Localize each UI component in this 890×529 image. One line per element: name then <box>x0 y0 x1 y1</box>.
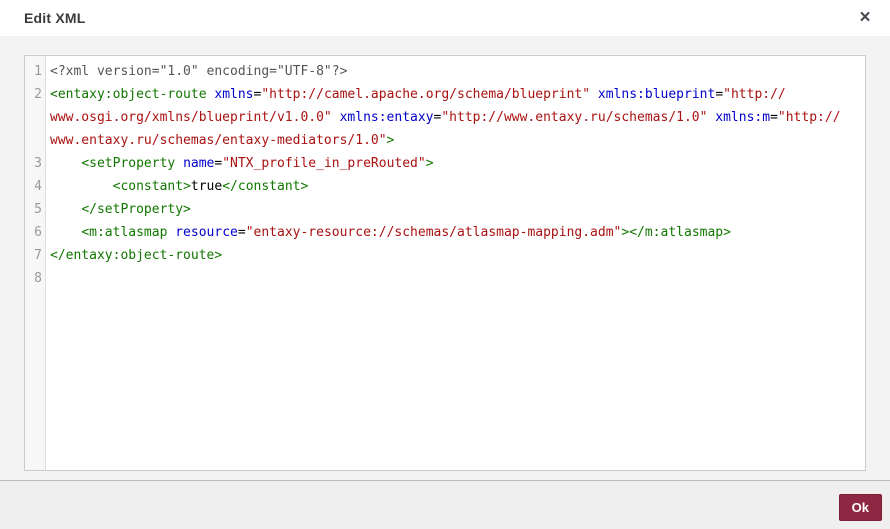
code-text: <constant>true</constant> <box>112 179 309 194</box>
close-icon[interactable]: × <box>853 6 877 30</box>
dialog-header: Edit XML × <box>0 0 890 36</box>
code-line: 8 <box>25 267 865 290</box>
code-line: 1 <?xml version="1.0" encoding="UTF-8"?> <box>25 60 865 83</box>
code-text: </entaxy:object-route> <box>50 248 223 263</box>
code-line: 5 </setProperty> <box>25 198 865 221</box>
ok-button[interactable]: Ok <box>838 494 882 521</box>
line-number: 5 <box>34 202 42 217</box>
code-line: 6 <m:atlasmap resource="entaxy-resource:… <box>25 221 865 244</box>
code-text: www.entaxy.ru/schemas/entaxy-mediators/1… <box>50 133 395 148</box>
line-number: 6 <box>34 225 42 240</box>
code-text: </setProperty> <box>81 202 191 217</box>
xml-editor[interactable]: 1 <?xml version="1.0" encoding="UTF-8"?> 2… <box>24 55 866 471</box>
code-text: <?xml version="1.0" encoding="UTF-8"?> <box>50 64 348 79</box>
code-line: 4 <constant>true</constant> <box>25 175 865 198</box>
editor-content: 1 <?xml version="1.0" encoding="UTF-8"?> 2… <box>25 56 865 290</box>
line-number: 2 <box>34 87 42 102</box>
line-number: 3 <box>34 156 42 171</box>
dialog-footer: Ok <box>0 480 890 529</box>
line-number: 1 <box>34 64 42 79</box>
line-number: 4 <box>34 179 42 194</box>
code-line: 7 </entaxy:object-route> <box>25 244 865 267</box>
code-text: <setProperty name="NTX_profile_in_preRou… <box>81 156 434 171</box>
line-number: 8 <box>34 271 42 286</box>
code-text: <m:atlasmap resource="entaxy-resource://… <box>81 225 731 240</box>
line-number <box>25 106 46 129</box>
code-line: www.entaxy.ru/schemas/entaxy-mediators/1… <box>25 129 865 152</box>
code-line: 2 <entaxy:object-route xmlns="http://came… <box>25 83 865 106</box>
code-text: <entaxy:object-route xmlns="http://camel… <box>50 87 786 102</box>
code-line: www.osgi.org/xmlns/blueprint/v1.0.0" xml… <box>25 106 865 129</box>
line-number: 7 <box>34 248 42 263</box>
line-number <box>25 129 46 152</box>
dialog-title: Edit XML <box>24 10 86 26</box>
code-text: www.osgi.org/xmlns/blueprint/v1.0.0" xml… <box>50 110 841 125</box>
code-line: 3 <setProperty name="NTX_profile_in_preR… <box>25 152 865 175</box>
